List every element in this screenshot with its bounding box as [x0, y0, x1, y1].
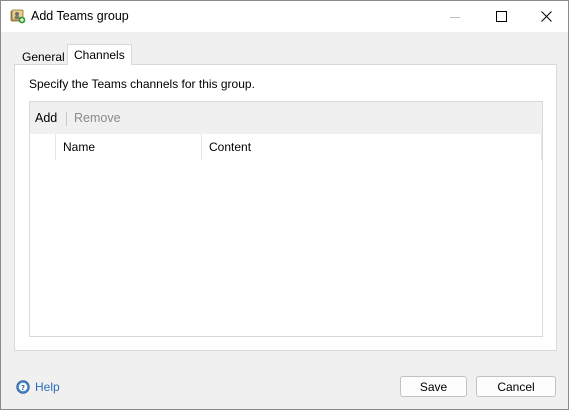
help-link[interactable]: Help — [35, 380, 60, 394]
dialog-window: Add Teams group General Channels Specify… — [0, 0, 569, 410]
instructions-text: Specify the Teams channels for this grou… — [29, 77, 255, 91]
cancel-button[interactable]: Cancel — [476, 376, 556, 397]
save-button[interactable]: Save — [400, 376, 467, 397]
column-divider — [55, 134, 56, 160]
tab-general[interactable]: General — [15, 46, 72, 65]
window-title: Add Teams group — [31, 9, 129, 23]
column-header-content[interactable]: Content — [201, 134, 541, 160]
channels-list[interactable]: Add Remove Name Content — [29, 101, 543, 337]
close-icon — [540, 11, 552, 22]
svg-text:?: ? — [21, 384, 25, 392]
list-toolbar: Add Remove — [30, 102, 542, 134]
title-bar: Add Teams group — [1, 1, 568, 32]
toolbar-separator — [66, 112, 67, 126]
channels-panel: Specify the Teams channels for this grou… — [14, 64, 557, 351]
tab-label: General — [22, 50, 65, 64]
tab-label: Channels — [74, 48, 125, 62]
column-divider — [541, 134, 542, 160]
close-button[interactable] — [523, 1, 569, 32]
column-header-label: Content — [209, 140, 252, 154]
column-header-name[interactable]: Name — [55, 134, 201, 160]
help-icon[interactable]: ? — [16, 380, 30, 394]
add-channel-button[interactable]: Add — [35, 111, 57, 125]
minimize-icon — [450, 12, 460, 22]
tab-channels[interactable]: Channels — [67, 44, 132, 65]
teams-group-icon — [10, 8, 26, 24]
maximize-button[interactable] — [478, 1, 524, 32]
maximize-icon — [495, 11, 507, 22]
minimize-button[interactable] — [432, 1, 478, 32]
column-header-label: Name — [63, 140, 96, 154]
remove-channel-button[interactable]: Remove — [74, 111, 121, 125]
